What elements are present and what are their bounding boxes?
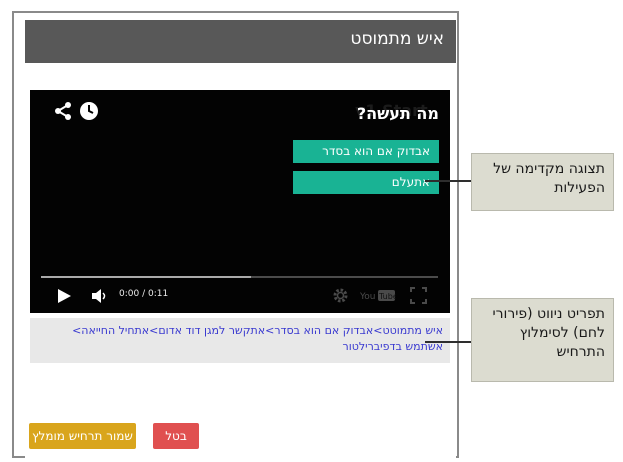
choice-button-ignore[interactable]: אתעלם	[293, 171, 439, 194]
gear-icon[interactable]	[332, 287, 349, 304]
callout-connector	[425, 341, 471, 343]
callout-breadcrumb: תפריט ניווט (פירורי לחם) לסימלוץ התרחיש	[471, 298, 614, 382]
callout-preview: תצוגה מקדימה של הפעילות	[471, 153, 614, 211]
question-text: מה תעשה?	[356, 104, 439, 123]
progress-fill	[41, 276, 252, 278]
play-icon[interactable]	[56, 288, 72, 304]
callout-connector	[425, 180, 471, 182]
share-icon[interactable]	[53, 101, 73, 121]
fullscreen-icon[interactable]	[410, 287, 427, 304]
title-bar: איש מתמוסט	[25, 20, 456, 63]
svg-text:Tube: Tube	[378, 292, 396, 301]
cancel-button[interactable]: בטל	[153, 423, 199, 449]
svg-text:You: You	[360, 292, 376, 302]
youtube-logo-icon[interactable]: You Tube	[360, 289, 396, 302]
time-display: 0:00 / 0:11	[119, 289, 169, 299]
save-recommended-scenario-button[interactable]: שמור תרחיש מומלץ	[29, 423, 136, 449]
video-player[interactable]: v1 Start מה תעשה? אבדוק אם הוא בסדר אתעל…	[30, 90, 450, 313]
choice-button-check[interactable]: אבדוק אם הוא בסדר	[293, 140, 439, 163]
dialog-title: איש מתמוסט	[350, 29, 444, 49]
dialog: איש מתמוסט v1 Start מה תעשה? אבדוק אם הו…	[25, 20, 456, 458]
volume-icon[interactable]	[90, 287, 108, 305]
clock-icon[interactable]	[78, 100, 100, 122]
progress-bar[interactable]	[41, 276, 438, 278]
breadcrumb[interactable]: איש מתמוטט>אבדוק אם הוא בסדר>אתקשר למגן …	[30, 318, 450, 363]
